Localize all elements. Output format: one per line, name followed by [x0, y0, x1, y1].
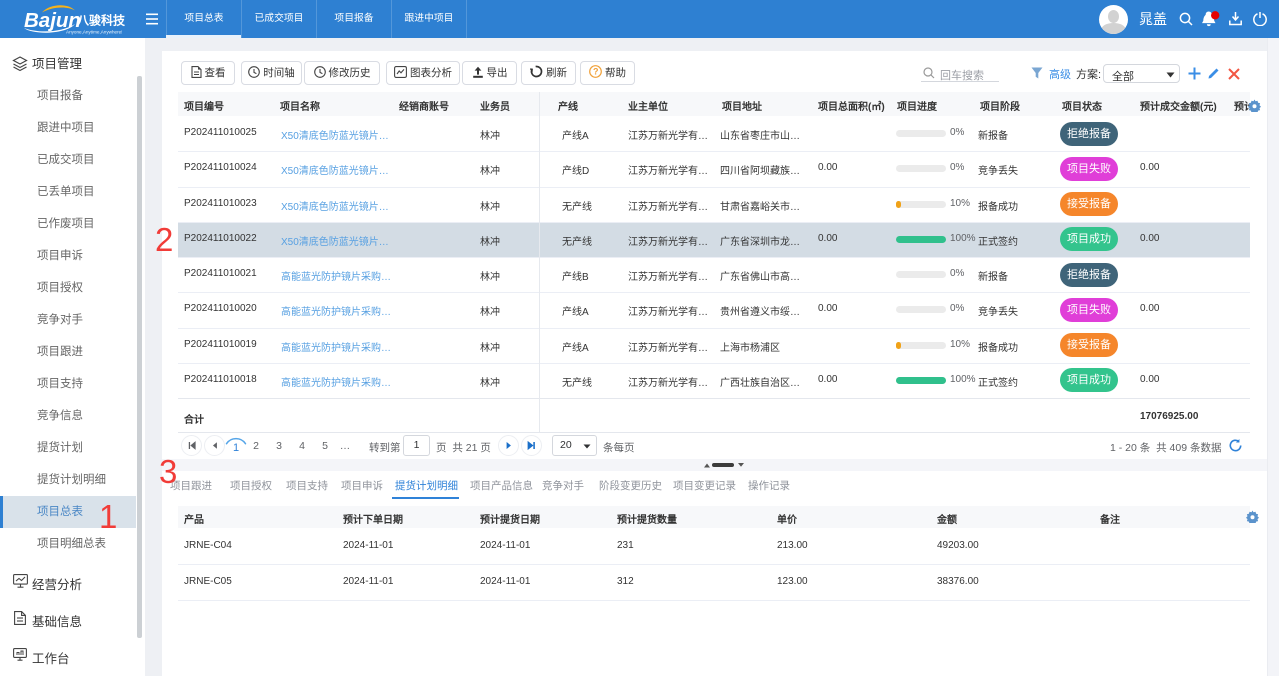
svg-text:八骏科技: 八骏科技 — [76, 13, 126, 28]
svg-text:Anyone,Anytime,Anywhere!: Anyone,Anytime,Anywhere! — [66, 30, 122, 35]
svg-text:?: ? — [593, 67, 599, 77]
